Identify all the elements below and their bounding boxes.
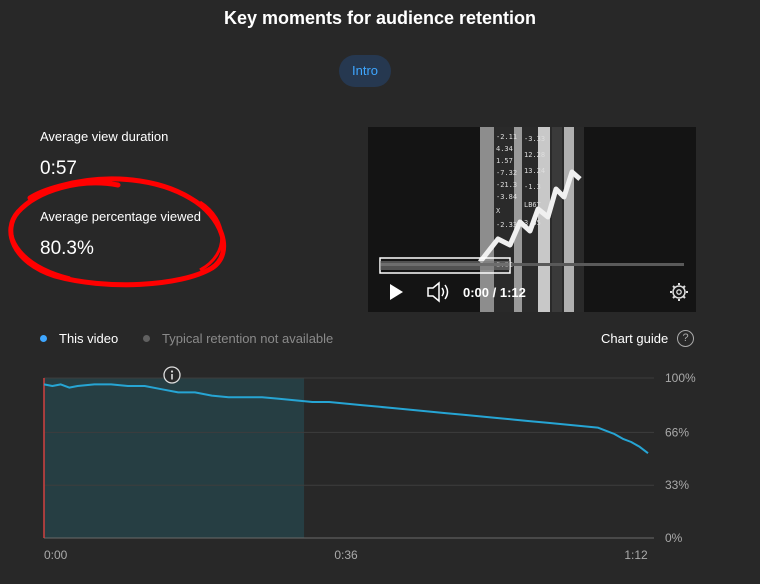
y-tick-label: 0%	[665, 531, 683, 545]
x-tick-label: 0:36	[334, 548, 358, 562]
info-icon[interactable]	[163, 366, 181, 384]
svg-text:12.28: 12.28	[524, 151, 545, 159]
avg-view-duration-label: Average view duration	[40, 129, 169, 144]
legend-this-video-label: This video	[59, 331, 119, 346]
page-title: Key moments for audience retention	[223, 8, 537, 28]
red-annotation-scribble	[8, 176, 227, 288]
key-moment-highlight	[44, 378, 305, 538]
chip-intro[interactable]: Intro	[339, 55, 391, 87]
help-icon[interactable]: ?	[677, 330, 694, 347]
svg-text:-3.84: -3.84	[496, 193, 517, 201]
svg-text:-3.33: -3.33	[524, 135, 545, 143]
svg-text:-21.3: -21.3	[496, 181, 517, 189]
svg-text:-1.3: -1.3	[524, 183, 541, 191]
legend-this-video: This video	[40, 331, 118, 346]
x-tick-label: 1:12	[624, 548, 648, 562]
player-time: 0:00 / 1:12	[463, 285, 526, 300]
x-tick-label: 0:00	[44, 548, 68, 562]
svg-text:13.24: 13.24	[524, 167, 545, 175]
legend-dot-this-video	[40, 335, 47, 343]
y-tick-label: 100%	[665, 371, 696, 385]
retention-chart: 100% 66% 33% 0% 0:00 0:36 1:12	[43, 366, 696, 562]
y-tick-label: 66%	[665, 425, 689, 439]
svg-text:-2.11: -2.11	[496, 133, 517, 141]
svg-text:1.57: 1.57	[496, 157, 513, 165]
svg-text:-7.32: -7.32	[496, 169, 517, 177]
svg-text:4.34: 4.34	[496, 145, 513, 153]
video-player[interactable]: -2.11 4.34 1.57 -7.32 -21.3 -3.84 X -2.33 -3…	[368, 127, 696, 312]
svg-text:-2.33: -2.33	[496, 221, 517, 229]
legend-typical-label: Typical retention not available	[162, 331, 334, 346]
y-tick-label: 33%	[665, 478, 689, 492]
legend-typical: Typical retention not available	[143, 331, 333, 346]
chart-guide-link[interactable]: Chart guide	[601, 331, 668, 346]
legend-dot-typical	[143, 335, 150, 343]
